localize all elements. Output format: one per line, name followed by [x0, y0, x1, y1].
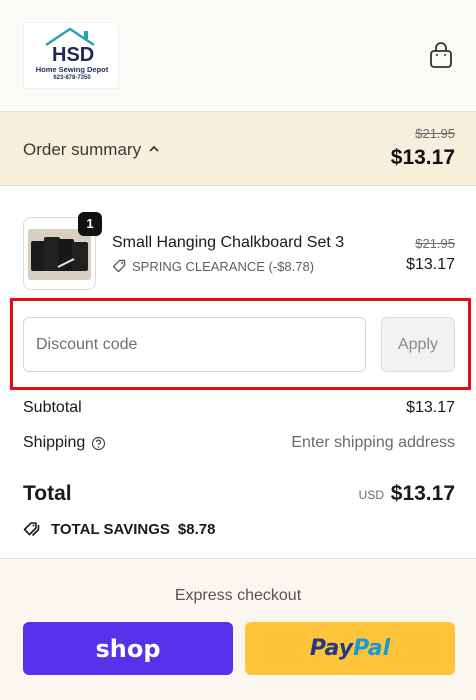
product-discount: SPRING CLEARANCE (-$8.78)	[112, 257, 314, 275]
savings-value: $8.78	[177, 520, 216, 538]
subtotal-label: Subtotal	[23, 399, 82, 416]
logo-name: Home Sewing Depot	[35, 65, 109, 74]
total-savings: TOTAL SAVINGS $8.78	[23, 519, 215, 539]
logo-phone: 623-878-7350	[53, 75, 91, 81]
express-checkout-title: Express checkout	[174, 587, 302, 604]
order-summary-label: Order summary	[23, 140, 142, 159]
tags-icon	[23, 522, 40, 537]
subtotal-value: $13.17	[406, 399, 455, 416]
paypal-button[interactable]: PayPal	[245, 622, 455, 675]
total-value: $13.17	[390, 482, 455, 505]
store-logo[interactable]: HSD Home Sewing Depot 623-878-7350	[23, 22, 119, 89]
apply-button[interactable]: Apply	[381, 317, 455, 372]
product-name: Small Hanging Chalkboard Set 3	[112, 234, 345, 251]
order-summary-price: $13.17	[390, 146, 455, 169]
logo-mark: HSD	[52, 44, 94, 65]
paypal-wordmark-pal: Pal	[353, 636, 391, 661]
tag-icon	[112, 259, 126, 273]
question-circle-icon[interactable]	[91, 436, 106, 451]
total-currency: USD	[358, 488, 384, 502]
chevron-up-icon	[149, 145, 159, 152]
shipping-row: Shipping	[23, 434, 106, 452]
quantity-badge: 1	[78, 212, 102, 236]
product-discount-label: SPRING CLEARANCE (-$8.78)	[132, 258, 315, 274]
house-logo-icon: HSD	[45, 27, 95, 65]
shopping-bag-icon[interactable]	[428, 42, 454, 70]
product-original-price: $21.95	[415, 236, 455, 251]
order-summary-original-price: $21.95	[415, 126, 455, 141]
shipping-label: Shipping	[23, 434, 86, 451]
total-label: Total	[23, 482, 72, 505]
shop-pay-button[interactable]: shop	[23, 622, 233, 675]
savings-label: TOTAL SAVINGS	[51, 520, 170, 538]
paypal-wordmark-pay: Pay	[309, 636, 354, 661]
discount-code-input[interactable]	[23, 317, 366, 372]
product-price: $13.17	[406, 256, 455, 273]
shipping-value: Enter shipping address	[291, 434, 455, 451]
chalkboard-photo	[28, 229, 91, 280]
header: HSD Home Sewing Depot 623-878-7350	[0, 0, 476, 112]
